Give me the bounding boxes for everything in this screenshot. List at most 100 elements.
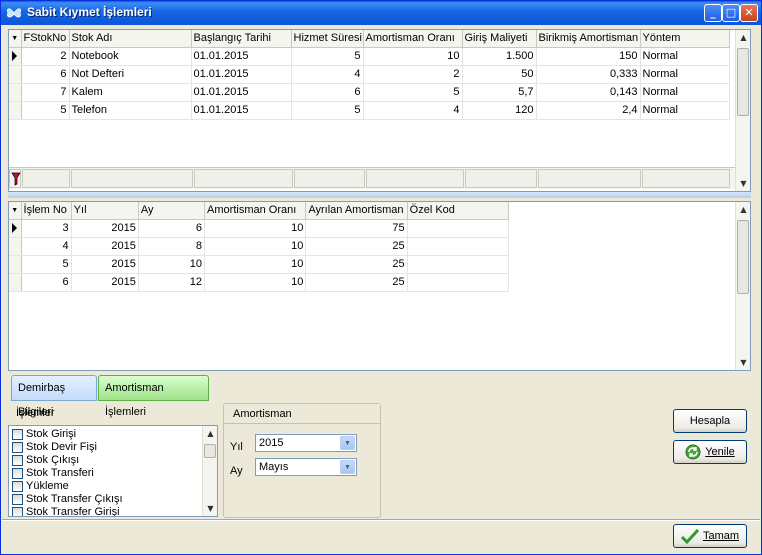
cell[interactable]: Not Defteri [69, 65, 192, 84]
list-item[interactable]: Stok Devir Fişi [9, 441, 217, 454]
cell[interactable]: 2015 [71, 255, 139, 274]
scroll-down-icon[interactable]: ▼ [736, 176, 750, 191]
top-grid-scrollbar[interactable]: ▲ ▼ [735, 30, 750, 191]
column-header[interactable]: Ay [138, 202, 206, 220]
list-item[interactable]: Stok Çıkışı [9, 454, 217, 467]
cell[interactable]: Telefon [69, 101, 192, 120]
column-selector[interactable]: ▼ [9, 30, 22, 48]
cell[interactable]: 2,4 [536, 101, 641, 120]
cell[interactable]: Notebook [69, 47, 192, 66]
cell[interactable]: Normal [640, 65, 730, 84]
cell[interactable]: 10 [204, 273, 307, 292]
column-header[interactable]: Giriş Maliyeti [462, 30, 537, 48]
checkbox[interactable] [12, 442, 23, 453]
scroll-up-icon[interactable]: ▲ [736, 30, 750, 45]
cell[interactable]: 25 [305, 255, 408, 274]
cell[interactable]: 01.01.2015 [191, 101, 292, 120]
cell[interactable]: 4 [291, 65, 364, 84]
cell[interactable]: 75 [305, 219, 408, 238]
cell[interactable]: 2 [363, 65, 463, 84]
cell[interactable]: Normal [640, 47, 730, 66]
cell[interactable]: 6 [21, 273, 72, 292]
grid-splitter[interactable] [8, 192, 751, 198]
cell[interactable]: 5 [363, 83, 463, 102]
cell[interactable]: 120 [462, 101, 537, 120]
column-header[interactable]: Ayrılan Amortisman [305, 202, 408, 220]
list-item[interactable]: Stok Transferi [9, 467, 217, 480]
table-row[interactable]: 2 Notebook 01.01.2015 5 10 1.500 150 Nor… [9, 47, 730, 66]
yil-select[interactable]: 2015 ▼ [255, 434, 357, 452]
scroll-thumb[interactable] [737, 220, 749, 294]
table-row[interactable]: 3 2015 6 10 75 [9, 219, 510, 238]
cell[interactable]: 5 [291, 47, 364, 66]
chevron-down-icon[interactable]: ▼ [340, 460, 355, 474]
scroll-thumb[interactable] [737, 48, 749, 116]
list-item[interactable]: Stok Transfer Çıkışı [9, 493, 217, 506]
cell[interactable]: 7 [21, 83, 70, 102]
maximize-button[interactable]: □ [722, 4, 740, 22]
cell[interactable]: 01.01.2015 [191, 83, 292, 102]
cell[interactable]: 01.01.2015 [191, 47, 292, 66]
cell[interactable]: 2015 [71, 273, 139, 292]
column-header[interactable]: Özel Kod [407, 202, 510, 220]
cell[interactable]: 0,143 [536, 83, 641, 102]
ay-select[interactable]: Mayıs ▼ [255, 458, 357, 476]
column-header[interactable]: Başlangıç Tarihi [191, 30, 292, 48]
table-row[interactable]: 4 2015 8 10 25 [9, 237, 510, 256]
scroll-up-icon[interactable]: ▲ [736, 202, 750, 217]
cell[interactable]: 5,7 [462, 83, 537, 102]
checkbox[interactable] [12, 455, 23, 466]
cell[interactable]: 25 [305, 273, 408, 292]
cell[interactable]: 8 [138, 237, 206, 256]
cell[interactable]: 4 [363, 101, 463, 120]
islemler-scrollbar[interactable]: ▲ ▼ [202, 426, 217, 516]
cell[interactable]: 01.01.2015 [191, 65, 292, 84]
cell[interactable]: Normal [640, 101, 730, 120]
cell[interactable]: 4 [21, 237, 72, 256]
checkbox[interactable] [12, 429, 23, 440]
tab-amortisman-islemleri[interactable]: Amortisman İşlemleri [98, 375, 209, 418]
scroll-down-icon[interactable]: ▼ [203, 501, 217, 516]
cell[interactable]: 10 [204, 237, 307, 256]
cell[interactable] [407, 237, 510, 256]
cell[interactable]: 10 [204, 219, 307, 238]
table-row[interactable]: 5 Telefon 01.01.2015 5 4 120 2,4 Normal [9, 101, 730, 120]
minimize-button[interactable]: _ [704, 4, 722, 22]
cell[interactable] [407, 273, 510, 292]
islemler-listbox[interactable]: Stok Girişi Stok Devir Fişi Stok Çıkışı … [8, 425, 218, 517]
column-selector[interactable]: ▼ [9, 202, 22, 220]
cell[interactable]: Kalem [69, 83, 192, 102]
cell[interactable]: 6 [138, 219, 206, 238]
hesapla-button[interactable]: Hesapla [673, 409, 747, 433]
cell[interactable]: 25 [305, 237, 408, 256]
cell[interactable] [407, 219, 510, 238]
column-header[interactable]: FStokNo [21, 30, 70, 48]
checkbox[interactable] [12, 481, 23, 492]
tab-demirbas-bilgileri[interactable]: Demirbaş Bilgileri [11, 375, 97, 418]
cell[interactable] [407, 255, 510, 274]
column-header[interactable]: Amortisman Oranı [204, 202, 307, 220]
cell[interactable]: 0,333 [536, 65, 641, 84]
bottom-grid-scrollbar[interactable]: ▲ ▼ [735, 202, 750, 370]
column-header[interactable]: Amortisman Oranı [363, 30, 463, 48]
filter-icon[interactable] [9, 169, 21, 188]
list-item[interactable]: Stok Transfer Girişi [9, 506, 217, 516]
column-header[interactable]: Stok Adı [69, 30, 192, 48]
stock-grid[interactable]: ▼ FStokNo Stok Adı Başlangıç Tarihi Hizm… [8, 29, 751, 192]
cell[interactable]: 5 [21, 101, 70, 120]
cell[interactable]: 6 [21, 65, 70, 84]
cell[interactable]: 10 [138, 255, 206, 274]
title-bar[interactable]: Sabit Kıymet İşlemleri _ □ ✕ [1, 1, 761, 25]
cell[interactable]: 3 [21, 219, 72, 238]
cell[interactable]: 5 [291, 101, 364, 120]
chevron-down-icon[interactable]: ▼ [340, 436, 355, 450]
column-header[interactable]: Hizmet Süresi [291, 30, 364, 48]
cell[interactable]: 2015 [71, 237, 139, 256]
table-row[interactable]: 7 Kalem 01.01.2015 6 5 5,7 0,143 Normal [9, 83, 730, 102]
scroll-thumb[interactable] [204, 444, 216, 458]
column-header[interactable]: Yöntem [640, 30, 730, 48]
close-button[interactable]: ✕ [740, 4, 758, 22]
table-row[interactable]: 6 2015 12 10 25 [9, 273, 510, 292]
list-item[interactable]: Yükleme [9, 480, 217, 493]
cell[interactable]: 2015 [71, 219, 139, 238]
